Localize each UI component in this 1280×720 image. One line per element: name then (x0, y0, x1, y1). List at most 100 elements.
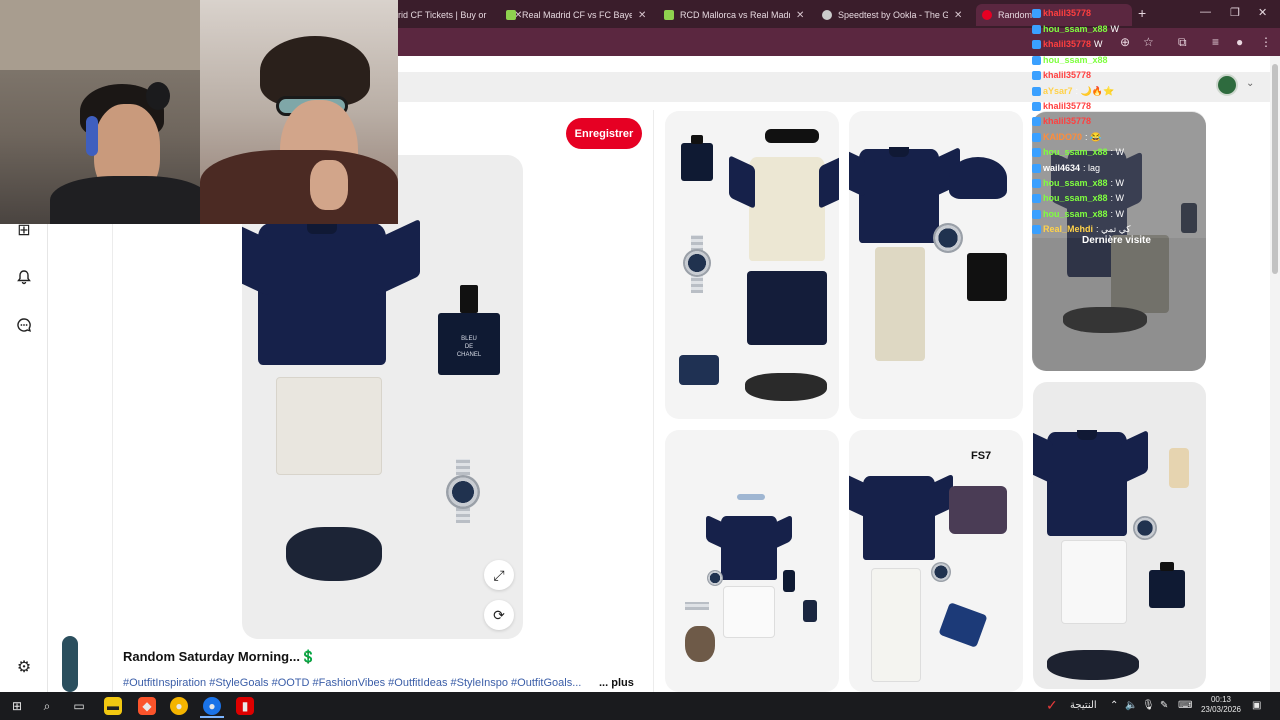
microphone-icon[interactable]: 🎙 (1142, 700, 1155, 711)
visual-search-icon[interactable]: ⟳ (484, 600, 514, 630)
search-icon[interactable]: ⌕ (38, 697, 56, 715)
task-view-icon[interactable]: ▭ (70, 697, 88, 715)
watch-image (446, 475, 480, 509)
extensions-icon[interactable]: ⧉ (1178, 35, 1187, 50)
avatar[interactable] (1216, 74, 1238, 96)
chat-username: hou_ssam_x88 (1043, 193, 1108, 203)
board-thumbnail[interactable] (62, 636, 78, 692)
search-bar-strip[interactable] (398, 72, 1270, 102)
install-app-icon[interactable]: ⊕ (1120, 35, 1130, 49)
bell-icon[interactable] (14, 267, 34, 287)
pin-description[interactable]: #OutfitInspiration #StyleGoals #OOTD #Fa… (123, 677, 593, 689)
chrome-icon[interactable]: ● (203, 697, 221, 715)
site-favicon-icon (506, 10, 516, 20)
pin-card[interactable]: FS7 (849, 430, 1023, 692)
pin-card[interactable] (849, 111, 1023, 419)
shorts-image (747, 271, 827, 345)
pin-card[interactable] (665, 430, 839, 692)
chat-icon[interactable] (14, 315, 34, 335)
chat-username: khalil35778 (1043, 39, 1092, 49)
pin-image[interactable]: BLEU DE CHANEL (242, 155, 523, 639)
webcam-left (0, 0, 200, 224)
chat-message: khalil35778 (1032, 6, 1094, 20)
close-tab-icon[interactable]: ✕ (638, 10, 646, 21)
watch-image (707, 570, 723, 586)
keyboard-icon[interactable]: ⌨ (1178, 700, 1192, 711)
app-icon[interactable]: ▮ (236, 697, 254, 715)
polo-shirt-image (1047, 429, 1127, 536)
perfume-label: BLEU DE CHANEL (456, 336, 482, 359)
watch-image (933, 223, 963, 253)
chat-text: W (1110, 55, 1120, 65)
perfume-box-image (967, 253, 1007, 301)
chat-badge-icon (1032, 132, 1041, 142)
system-clock[interactable]: 00:13 23/03/2026 (1198, 695, 1244, 715)
chat-badge-icon (1032, 39, 1041, 49)
expand-icon[interactable]: ⤢ (484, 560, 514, 590)
notifications-icon[interactable]: ▣ (1252, 700, 1261, 711)
close-tab-icon[interactable]: ✕ (796, 10, 804, 21)
tab-mallorca-real-madrid[interactable]: RCD Mallorca vs Real Madrid C ✕ (664, 4, 804, 26)
clock-time: 00:13 (1210, 695, 1232, 704)
gear-icon[interactable]: ⚙ (14, 657, 34, 677)
polo-shirt-image (258, 220, 386, 365)
save-button[interactable]: Enregistrer (566, 118, 642, 149)
polo-shirt-image (749, 157, 825, 261)
browser-icon[interactable]: ● (170, 697, 188, 715)
chat-badge-icon (1032, 24, 1041, 34)
tab-tickets[interactable]: rid CF Tickets | Buy or ✕ (398, 4, 522, 26)
close-tab-icon[interactable]: ✕ (954, 10, 962, 21)
weather-label[interactable]: النتيجة (1070, 700, 1097, 711)
card-overlay (1032, 238, 1206, 371)
wallet-image (938, 602, 988, 648)
chat-badge-icon (1032, 193, 1041, 203)
chat-text: : 😂 (1085, 131, 1102, 142)
profile-icon[interactable]: ● (1236, 35, 1243, 49)
chat-username: hou_ssam_x88 (1043, 209, 1108, 219)
volume-icon[interactable]: 🔈 (1125, 700, 1137, 711)
brave-icon[interactable]: ◆ (138, 697, 156, 715)
tab-label: Real Madrid CF vs FC Bayern M (522, 10, 632, 20)
minimize-button[interactable]: — (1200, 6, 1211, 18)
pen-icon[interactable]: ✎ (1160, 700, 1168, 711)
reading-list-icon[interactable]: ≡ (1212, 35, 1219, 49)
perfume-bottle-image: BLEU DE CHANEL (438, 285, 500, 375)
page-top (398, 56, 1280, 72)
bookmark-star-icon[interactable]: ☆ (1143, 35, 1154, 49)
scrollbar-thumb[interactable] (1272, 64, 1278, 274)
chat-badge-icon (1032, 163, 1041, 173)
chat-username: khalil35778 (1043, 70, 1092, 80)
pinterest-icon (982, 10, 992, 20)
chat-badge-icon (1032, 8, 1041, 18)
chevron-down-icon[interactable]: ⌄ (1246, 78, 1254, 89)
tab-real-madrid-bayern[interactable]: Real Madrid CF vs FC Bayern M ✕ (506, 4, 646, 26)
chat-badge-icon (1032, 101, 1041, 111)
chat-message: khalil35778 (1032, 114, 1094, 128)
brand-mark: FS7 (971, 450, 992, 462)
chat-text: : W (1110, 178, 1125, 188)
new-tab-button[interactable]: + (1138, 5, 1146, 21)
perfume-bottle-image (1149, 561, 1185, 608)
file-explorer-icon[interactable]: ▬ (104, 697, 122, 715)
chat-username: Real_Mehdi (1043, 224, 1094, 234)
wallet-image (679, 355, 719, 385)
windows-start-icon[interactable]: ⊞ (8, 697, 26, 715)
maximize-button[interactable]: ❐ (1230, 6, 1240, 19)
more-link[interactable]: ... plus (599, 677, 634, 689)
chat-message: KAIDO70: 😂 (1032, 130, 1101, 144)
chat-username: khalil35778 (1043, 116, 1092, 126)
chevron-up-icon[interactable]: ⌃ (1110, 700, 1118, 711)
chat-badge-icon (1032, 70, 1041, 80)
sandals-image (286, 527, 382, 581)
pin-card[interactable] (665, 111, 839, 419)
close-window-button[interactable]: ✕ (1258, 6, 1267, 19)
chat-username: wail4634 (1043, 163, 1081, 173)
tab-speedtest[interactable]: Speedtest by Ookla - The Glob ✕ (822, 4, 962, 26)
tab-label: Speedtest by Ookla - The Glob (838, 10, 948, 20)
bag-image (949, 486, 1007, 534)
shorts-image (1061, 540, 1127, 624)
chat-badge-icon (1032, 55, 1041, 65)
pin-card[interactable] (1033, 382, 1206, 689)
app-tray-icon[interactable]: ✓ (1046, 697, 1058, 714)
menu-icon[interactable]: ⋮ (1260, 35, 1272, 49)
